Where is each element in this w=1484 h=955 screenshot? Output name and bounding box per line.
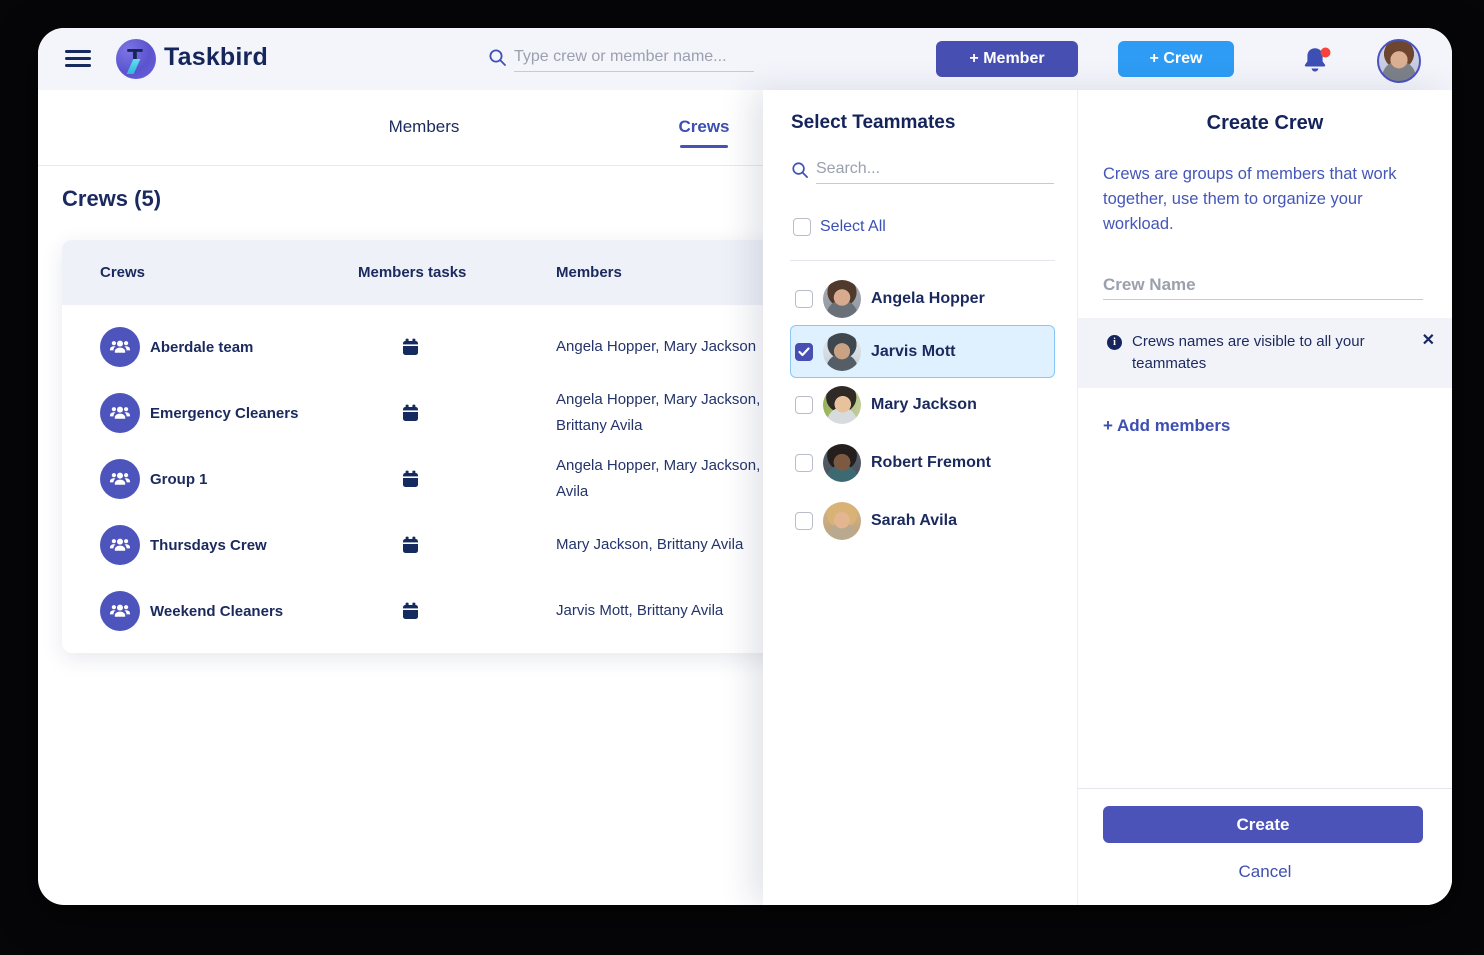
- create-crew-panel: Create Crew Crews are groups of members …: [1077, 90, 1452, 905]
- divider: [1078, 788, 1452, 789]
- teammate-name: Angela Hopper: [871, 290, 985, 308]
- table-header-row: Crews Members tasks Members: [62, 240, 784, 305]
- avatar: [823, 386, 861, 424]
- calendar-icon[interactable]: [402, 404, 419, 427]
- add-crew-button[interactable]: + Crew: [1118, 41, 1234, 77]
- table-row[interactable]: Group 1 Angela Hopper, Mary Jackson, Bri…: [62, 446, 784, 512]
- brand-title: Taskbird: [164, 43, 268, 72]
- table-body: Aberdale team Angela Hopper, Mary Jackso…: [62, 305, 784, 644]
- checkbox-unchecked[interactable]: [795, 454, 813, 472]
- table-row[interactable]: Weekend Cleaners Jarvis Mott, Brittany A…: [62, 578, 784, 644]
- select-teammates-panel: Select Teammates Select All Angela Hoppe…: [763, 90, 1077, 905]
- page-title: Crews (5): [62, 186, 161, 212]
- topbar: T Taskbird + Member + Crew: [38, 28, 1452, 90]
- add-member-button[interactable]: + Member: [936, 41, 1078, 77]
- tab-crews[interactable]: Crews: [666, 117, 742, 137]
- crew-name: Weekend Cleaners: [150, 578, 283, 644]
- user-avatar[interactable]: [1377, 39, 1421, 83]
- teammates-search-input[interactable]: [816, 154, 1054, 184]
- avatar: [823, 502, 861, 540]
- avatar: [823, 333, 861, 371]
- crew-name: Emergency Cleaners: [150, 380, 298, 446]
- close-icon[interactable]: ✕: [1422, 331, 1435, 351]
- create-crew-description: Crews are groups of members that work to…: [1103, 162, 1423, 237]
- info-icon: i: [1107, 335, 1122, 350]
- checkbox-unchecked[interactable]: [795, 290, 813, 308]
- avatar: [823, 280, 861, 318]
- teammates-list: Angela Hopper Jarvis Mott Mary Jackson: [763, 272, 1077, 547]
- select-teammates-title: Select Teammates: [791, 112, 955, 134]
- calendar-icon[interactable]: [402, 470, 419, 493]
- table-row[interactable]: Emergency Cleaners Angela Hopper, Mary J…: [62, 380, 784, 446]
- active-tab-indicator: [680, 145, 728, 148]
- calendar-icon[interactable]: [402, 602, 419, 625]
- cancel-button[interactable]: Cancel: [1078, 862, 1452, 882]
- crew-group-icon: [100, 327, 140, 367]
- global-search-input[interactable]: [514, 42, 754, 72]
- teammate-name: Sarah Avila: [871, 512, 957, 530]
- checkbox-unchecked[interactable]: [793, 218, 811, 236]
- crews-table: Crews Members tasks Members Aberdale tea…: [62, 240, 784, 653]
- teammate-item-angela-hopper[interactable]: Angela Hopper: [790, 272, 1055, 325]
- divider: [790, 260, 1055, 261]
- notifications-bell-icon[interactable]: [1301, 45, 1335, 75]
- app-window: T Taskbird + Member + Crew Members C: [38, 28, 1452, 905]
- column-header-members: Members: [556, 264, 622, 281]
- create-crew-drawer: Select Teammates Select All Angela Hoppe…: [763, 90, 1452, 905]
- crew-name: Thursdays Crew: [150, 512, 267, 578]
- checkbox-unchecked[interactable]: [795, 396, 813, 414]
- checkbox-unchecked[interactable]: [795, 512, 813, 530]
- calendar-icon[interactable]: [402, 536, 419, 559]
- avatar: [823, 444, 861, 482]
- crew-name-input[interactable]: [1103, 270, 1423, 300]
- table-row[interactable]: Thursdays Crew Mary Jackson, Brittany Av…: [62, 512, 784, 578]
- crew-name: Aberdale team: [150, 314, 253, 380]
- crew-group-icon: [100, 393, 140, 433]
- crew-group-icon: [100, 525, 140, 565]
- table-row[interactable]: Aberdale team Angela Hopper, Mary Jackso…: [62, 314, 784, 380]
- create-crew-title: Create Crew: [1078, 112, 1452, 135]
- teammate-item-robert-fremont[interactable]: Robert Fremont: [790, 436, 1055, 489]
- teammate-name: Jarvis Mott: [871, 343, 955, 361]
- add-members-link[interactable]: + Add members: [1103, 416, 1230, 436]
- select-all-label: Select All: [820, 218, 886, 236]
- info-banner: i Crews names are visible to all your te…: [1078, 318, 1452, 388]
- taskbird-logo-icon[interactable]: T: [116, 39, 156, 79]
- desktop-background: T Taskbird + Member + Crew Members C: [0, 0, 1484, 955]
- teammate-name: Mary Jackson: [871, 396, 977, 414]
- crew-name: Group 1: [150, 446, 208, 512]
- crew-group-icon: [100, 459, 140, 499]
- search-icon: [791, 161, 809, 184]
- checkbox-checked[interactable]: [795, 343, 813, 361]
- create-button[interactable]: Create: [1103, 806, 1423, 843]
- calendar-icon[interactable]: [402, 338, 419, 361]
- teammate-item-mary-jackson[interactable]: Mary Jackson: [790, 378, 1055, 431]
- column-header-members-tasks: Members tasks: [358, 264, 466, 281]
- crew-group-icon: [100, 591, 140, 631]
- teammate-item-sarah-avila[interactable]: Sarah Avila: [790, 494, 1055, 547]
- column-header-crews: Crews: [100, 264, 145, 281]
- search-icon: [488, 48, 507, 72]
- tab-members[interactable]: Members: [378, 117, 470, 137]
- info-banner-text: Crews names are visible to all your team…: [1132, 331, 1387, 375]
- select-all-checkbox[interactable]: Select All: [793, 218, 886, 236]
- teammate-item-jarvis-mott[interactable]: Jarvis Mott: [790, 325, 1055, 378]
- menu-icon[interactable]: [65, 50, 91, 68]
- teammate-name: Robert Fremont: [871, 454, 991, 472]
